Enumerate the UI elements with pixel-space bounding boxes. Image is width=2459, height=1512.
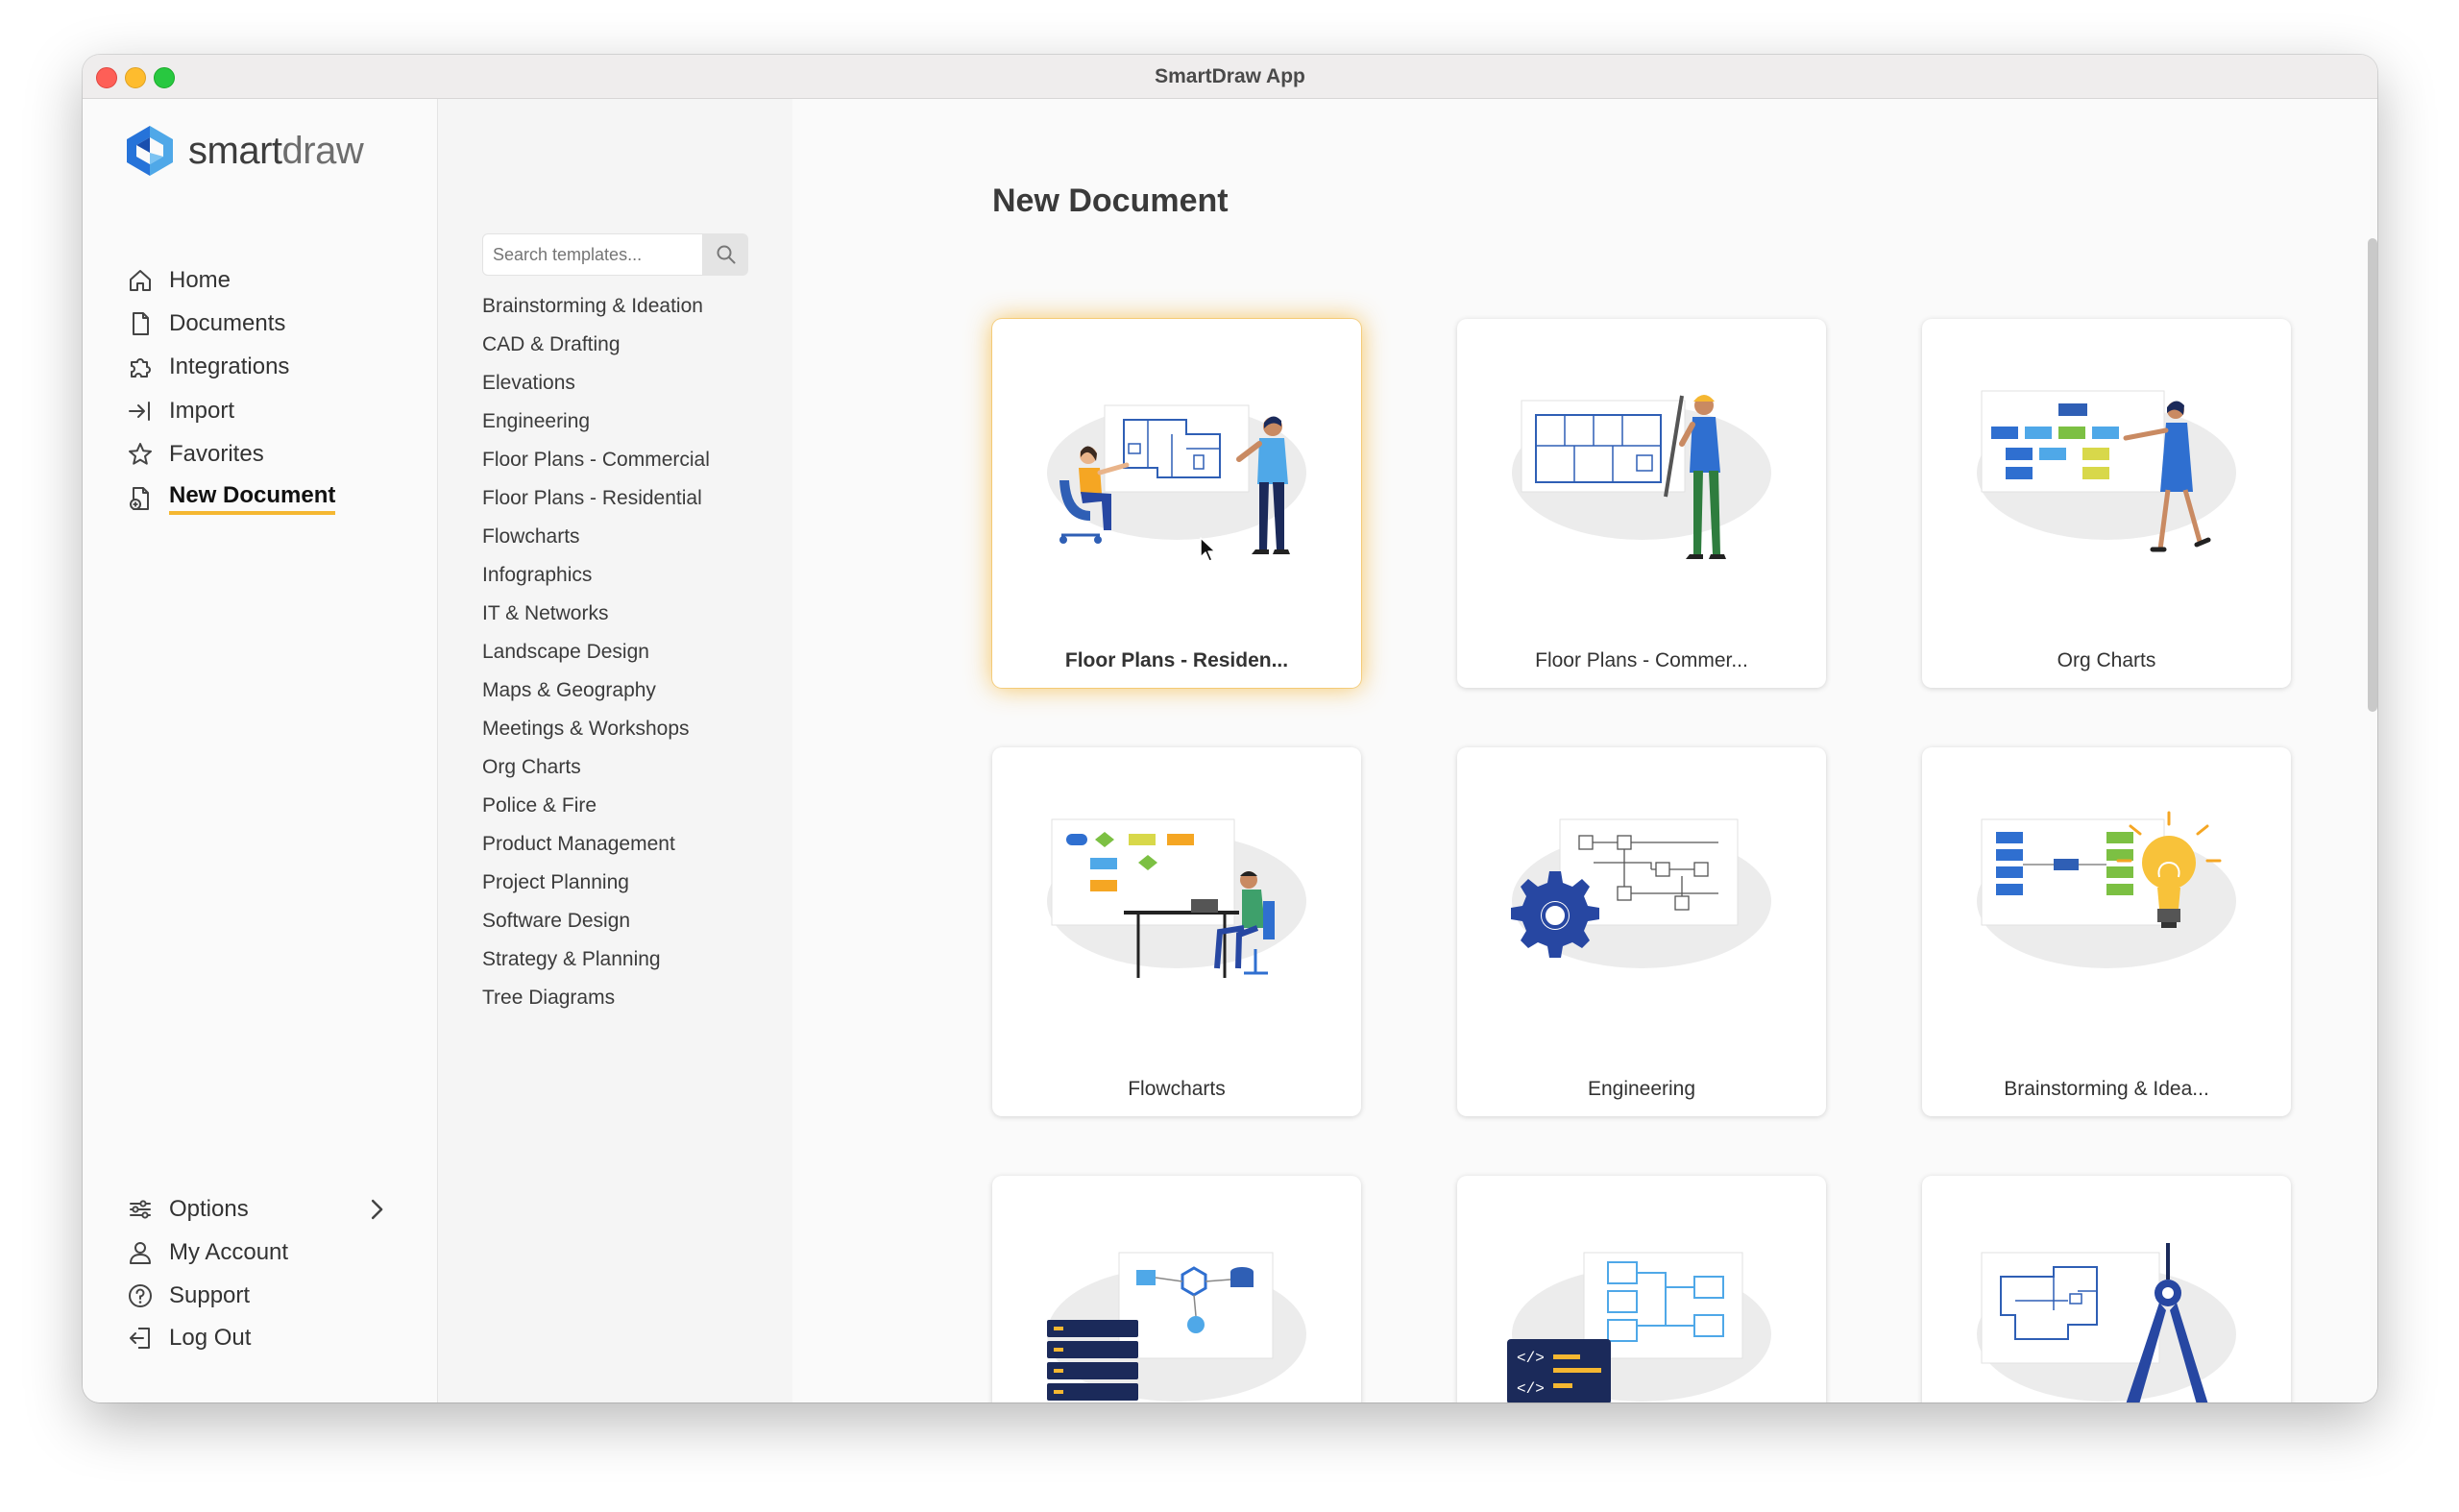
nav-item-integrations[interactable]: Integrations [127,346,335,389]
engineering-illustration [1511,818,1771,968]
template-card-label: Engineering [1587,1078,1696,1100]
floor-plan-commercial-illustration [1512,395,1771,559]
template-card-engineering[interactable]: Engineering [1457,747,1826,1116]
nav-item-label: Favorites [169,441,264,468]
svg-text:</>: </> [1517,1380,1545,1398]
category-item[interactable]: Org Charts [482,748,710,787]
search-button[interactable] [703,233,748,276]
template-card-software-design[interactable]: </> </> [1457,1176,1826,1402]
main-nav: Home Documents Integrations Import Favor… [127,258,336,520]
category-item[interactable]: Project Planning [482,864,710,902]
import-icon [129,401,150,421]
nav-item-new-document[interactable]: New Document [127,476,336,520]
nav-item-label: Documents [169,310,286,337]
category-item[interactable]: Engineering [482,402,710,441]
template-card-floor-plans-commercial[interactable]: Floor Plans - Commer... [1457,319,1826,688]
svg-text:</>: </> [1517,1350,1545,1367]
puzzle-icon [131,358,151,378]
category-item[interactable]: Elevations [482,364,710,402]
window-title: SmartDraw App [1155,65,1305,87]
nav-item-support[interactable]: Support [127,1274,405,1317]
template-card-cad-drafting[interactable] [1922,1176,2291,1402]
logout-icon [130,1328,150,1350]
new-document-icon [130,486,149,510]
sliders-icon [130,1200,151,1219]
sidebar: smartdraw Home Documents Integrations Im… [83,99,438,1402]
nav-item-label: Home [169,266,231,293]
category-item[interactable]: Landscape Design [482,633,710,671]
category-item[interactable]: Brainstorming & Ideation [482,287,710,326]
nav-item-label: New Document [169,482,336,515]
nav-item-label: Integrations [169,354,290,380]
help-icon [129,1283,152,1307]
template-card-flowcharts[interactable]: Flowcharts [992,747,1361,1116]
category-item[interactable]: Tree Diagrams [482,979,710,1017]
category-item[interactable]: Strategy & Planning [482,940,710,979]
smartdraw-logo-icon [127,126,173,176]
category-item[interactable]: Maps & Geography [482,671,710,710]
category-item[interactable]: CAD & Drafting [482,326,710,364]
template-card-org-charts[interactable]: Org Charts [1922,319,2291,688]
home-icon [130,269,151,291]
category-item[interactable]: Police & Fire [482,787,710,825]
nav-item-my-account[interactable]: My Account [127,1232,405,1275]
search-icon [717,245,735,264]
document-icon [133,312,149,336]
floor-plan-residential-illustration [1047,404,1306,554]
template-card-label: Flowcharts [1128,1078,1226,1100]
secondary-nav: Options My Account Support Log Out [127,1188,405,1360]
user-icon [130,1242,151,1265]
category-item[interactable]: Meetings & Workshops [482,710,710,748]
nav-item-label: My Account [169,1239,289,1266]
nav-item-home[interactable]: Home [127,258,335,302]
cad-drafting-illustration [1977,1243,2236,1402]
smartdraw-logo[interactable]: smartdraw [127,126,364,176]
category-item[interactable]: Infographics [482,556,710,595]
template-card-it-networks[interactable] [992,1176,1361,1402]
flowchart-illustration [1047,818,1306,978]
logo-wordmark: smartdraw [188,129,364,172]
main-content: New Document Floor Plans - Residen... Fl… [793,99,2377,1402]
nav-item-options[interactable]: Options [127,1188,405,1232]
nav-item-label: Options [169,1196,249,1223]
software-design-illustration: </> </> [1507,1252,1771,1402]
chevron-right-icon [371,1200,383,1220]
search-templates-input[interactable] [482,233,703,276]
category-item[interactable]: IT & Networks [482,595,710,633]
template-categories-panel: Brainstorming & IdeationCAD & DraftingEl… [438,99,792,1402]
category-item[interactable]: Floor Plans - Commercial [482,441,710,479]
vertical-scrollbar[interactable] [2368,238,2377,712]
template-card-label: Floor Plans - Commer... [1535,649,1748,671]
template-card-floor-plans-residential[interactable]: Floor Plans - Residen... [992,319,1361,688]
category-list: Brainstorming & Ideation CAD & Drafting El… [482,287,710,1017]
template-card-label: Floor Plans - Residen... [1064,649,1289,671]
nav-item-label: Log Out [169,1325,252,1352]
brainstorming-illustration [1977,811,2236,968]
template-card-label: Brainstorming & Idea... [2004,1078,2209,1100]
nav-item-log-out[interactable]: Log Out [127,1317,405,1360]
nav-item-label: Import [169,397,235,424]
page-title: New Document [992,183,1229,219]
nav-item-favorites[interactable]: Favorites [127,433,335,476]
template-card-brainstorming[interactable]: Brainstorming & Idea... [1922,747,2291,1116]
title-bar: SmartDraw App [83,55,2377,99]
template-card-label: Org Charts [2057,649,2156,671]
it-networks-illustration [1047,1252,1306,1402]
app-window: SmartDraw App smartdraw Home Documents I… [83,55,2377,1402]
star-icon [129,443,152,465]
org-chart-illustration [1977,390,2236,552]
category-item[interactable]: Floor Plans - Residential [482,479,710,518]
mouse-pointer-icon [1200,537,1216,562]
nav-item-import[interactable]: Import [127,389,335,432]
category-item[interactable]: Software Design [482,902,710,940]
nav-item-documents[interactable]: Documents [127,302,335,345]
nav-item-label: Support [169,1281,251,1308]
category-item[interactable]: Flowcharts [482,518,710,556]
category-item[interactable]: Product Management [482,825,710,864]
